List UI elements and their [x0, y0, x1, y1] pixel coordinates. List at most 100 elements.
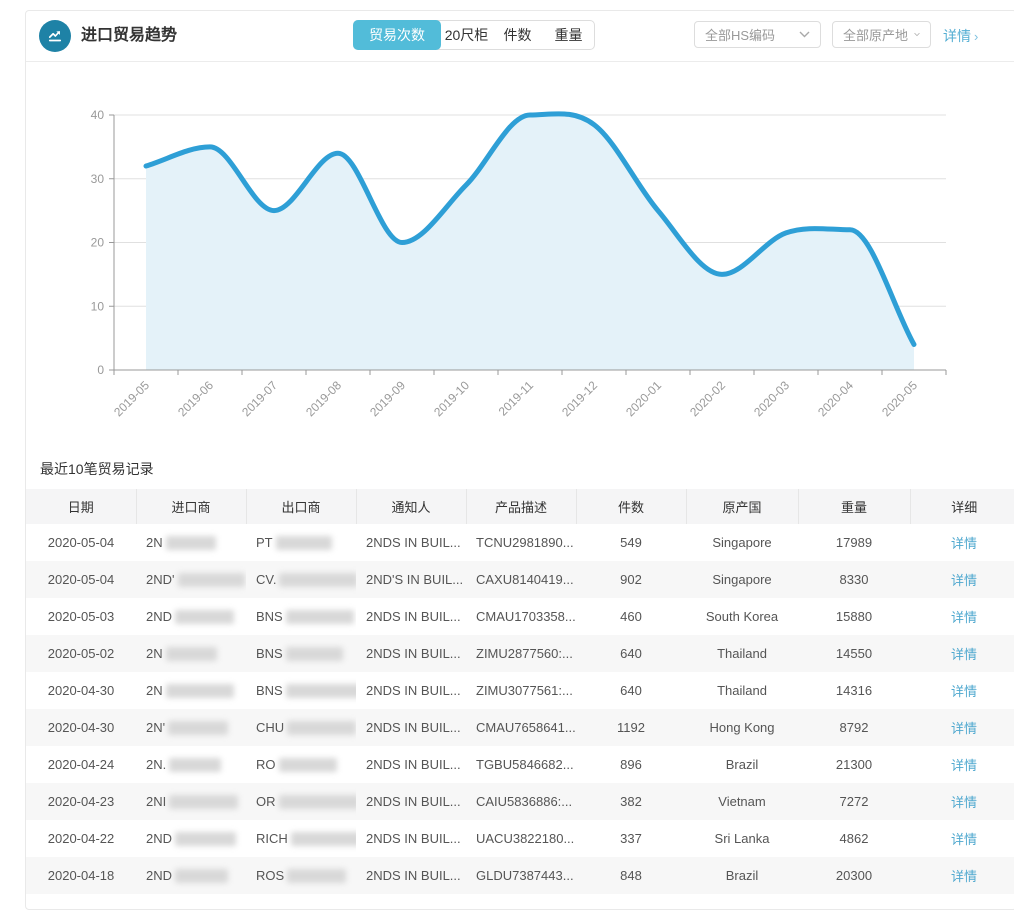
- cell-date: 2020-04-23: [26, 783, 136, 820]
- notify-text: 2NDS IN BUIL...: [366, 720, 461, 735]
- cell-notify: 2NDS IN BUIL...: [356, 598, 466, 635]
- importer_prefix-text: 2ND: [146, 831, 172, 846]
- header-detail-link[interactable]: 详情›: [943, 11, 978, 62]
- tab-2[interactable]: 件数: [492, 21, 543, 49]
- cell-weight: 14316: [798, 672, 910, 709]
- tab-0-active[interactable]: 贸易次数: [353, 20, 441, 50]
- cell-date: 2020-04-30: [26, 709, 136, 746]
- cell-notify: 2NDS IN BUIL...: [356, 672, 466, 709]
- date-text: 2020-05-02: [48, 646, 115, 661]
- hs-code-select[interactable]: 全部HS编码: [694, 21, 821, 48]
- cell-importer_prefix: 2N: [136, 635, 246, 672]
- origin-text: Thailand: [717, 646, 767, 661]
- weight-text: 8792: [840, 720, 869, 735]
- row-detail-link[interactable]: 详情: [951, 536, 977, 551]
- cell-product: ZIMU2877560:...: [466, 635, 576, 672]
- tab-1[interactable]: 20尺柜: [441, 21, 492, 49]
- column-header-4: 产品描述: [466, 489, 576, 524]
- x-axis-label: 2020-01: [623, 378, 664, 419]
- cell-pieces: 896: [576, 746, 686, 783]
- origin-select[interactable]: 全部原产地: [832, 21, 931, 48]
- redacted-importer-name: [166, 536, 216, 550]
- y-axis-label: 10: [91, 299, 105, 313]
- cell-date: 2020-05-04: [26, 524, 136, 561]
- table-row: 2020-05-03 2ND BNS2NDS IN BUIL... CMAU17033…: [26, 598, 1014, 635]
- row-detail-link[interactable]: 详情: [951, 684, 977, 699]
- row-detail-link[interactable]: 详情: [951, 795, 977, 810]
- row-detail-link[interactable]: 详情: [951, 610, 977, 625]
- tab-3[interactable]: 重量: [543, 21, 594, 49]
- cell-importer_prefix: 2ND: [136, 598, 246, 635]
- cell-detail: 详情: [910, 820, 1014, 857]
- redacted-exporter-name: [291, 832, 356, 846]
- cell-notify: 2NDS IN BUIL...: [356, 635, 466, 672]
- cell-weight: 21300: [798, 746, 910, 783]
- cell-date: 2020-05-02: [26, 635, 136, 672]
- date-text: 2020-04-30: [48, 683, 115, 698]
- redacted-importer-name: [169, 758, 221, 772]
- row-detail-link[interactable]: 详情: [951, 647, 977, 662]
- redacted-exporter-name: [286, 610, 354, 624]
- cell-notify: 2NDS IN BUIL...: [356, 524, 466, 561]
- notify-text: 2NDS IN BUIL...: [366, 794, 461, 809]
- cell-origin: Sri Lanka: [686, 820, 798, 857]
- metric-tab-group: 贸易次数20尺柜件数重量: [353, 20, 595, 50]
- product-text: CMAU7658641...: [476, 720, 576, 735]
- cell-weight: 14550: [798, 635, 910, 672]
- x-axis-label: 2019-09: [367, 378, 408, 419]
- origin-text: Thailand: [717, 683, 767, 698]
- row-detail-link[interactable]: 详情: [951, 721, 977, 736]
- weight-text: 15880: [836, 609, 872, 624]
- date-text: 2020-05-04: [48, 572, 115, 587]
- cell-exporter_prefix: RO: [246, 746, 356, 783]
- exporter_prefix-text: CHU: [256, 720, 284, 735]
- trade-records-table: 日期进口商出口商通知人产品描述件数原产国重量详细 2020-05-042NPT2…: [26, 489, 1014, 894]
- pieces-text: 640: [620, 683, 642, 698]
- cell-product: GLDU7387443...: [466, 857, 576, 894]
- table-header-row: 日期进口商出口商通知人产品描述件数原产国重量详细: [26, 489, 1014, 524]
- row-detail-link[interactable]: 详情: [951, 573, 977, 588]
- cell-pieces: 640: [576, 635, 686, 672]
- cell-detail: 详情: [910, 561, 1014, 598]
- date-text: 2020-04-23: [48, 794, 115, 809]
- redacted-importer-name: [175, 610, 234, 624]
- notify-text: 2NDS IN BUIL...: [366, 535, 461, 550]
- cell-exporter_prefix: BNS: [246, 598, 356, 635]
- y-axis-label: 40: [91, 108, 105, 122]
- row-detail-link[interactable]: 详情: [951, 758, 977, 773]
- weight-text: 7272: [840, 794, 869, 809]
- chevron-down-icon: [799, 31, 810, 38]
- product-text: CMAU1703358...: [476, 609, 576, 624]
- cell-notify: 2NDS IN BUIL...: [356, 709, 466, 746]
- cell-product: CMAU7658641...: [466, 709, 576, 746]
- row-detail-link[interactable]: 详情: [951, 869, 977, 884]
- hs-code-select-value: 全部HS编码: [705, 25, 775, 44]
- y-axis-label: 20: [91, 236, 105, 250]
- date-text: 2020-05-03: [48, 609, 115, 624]
- product-text: UACU3822180...: [476, 831, 574, 846]
- column-header-7: 重量: [798, 489, 910, 524]
- cell-product: TCNU2981890...: [466, 524, 576, 561]
- redacted-exporter-name: [287, 721, 356, 735]
- cell-importer_prefix: 2N: [136, 672, 246, 709]
- trend-chart-icon: [39, 20, 71, 52]
- cell-weight: 8792: [798, 709, 910, 746]
- cell-exporter_prefix: BNS: [246, 672, 356, 709]
- exporter_prefix-text: RICH: [256, 831, 288, 846]
- cell-weight: 17989: [798, 524, 910, 561]
- weight-text: 17989: [836, 535, 872, 550]
- pieces-text: 640: [620, 646, 642, 661]
- importer_prefix-text: 2ND: [146, 609, 172, 624]
- notify-text: 2NDS IN BUIL...: [366, 868, 461, 883]
- product-text: TGBU5846682...: [476, 757, 574, 772]
- table-row: 2020-05-042NPT2NDS IN BUIL...TCNU2981890…: [26, 524, 1014, 561]
- x-axis-label: 2019-07: [239, 378, 280, 419]
- origin-select-value: 全部原产地: [843, 25, 908, 44]
- y-axis-label: 30: [91, 172, 105, 186]
- cell-importer_prefix: 2NI: [136, 783, 246, 820]
- cell-exporter_prefix: OR: [246, 783, 356, 820]
- table-row: 2020-04-232NIOR2NDS IN BUIL...CAIU583688…: [26, 783, 1014, 820]
- row-detail-link[interactable]: 详情: [951, 832, 977, 847]
- cell-weight: 20300: [798, 857, 910, 894]
- origin-text: South Korea: [706, 609, 778, 624]
